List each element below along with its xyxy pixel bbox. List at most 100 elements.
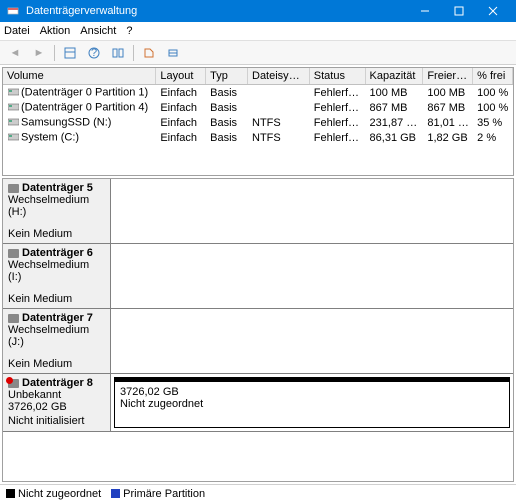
cell-fs: NTFS bbox=[248, 132, 310, 144]
legend: Nicht zugeordnet Primäre Partition bbox=[0, 484, 516, 502]
disk-row[interactable]: Datenträger 7Wechselmedium (J:)Kein Medi… bbox=[3, 309, 513, 374]
legend-unallocated: Nicht zugeordnet bbox=[6, 488, 101, 500]
disk-status: Kein Medium bbox=[8, 228, 105, 240]
volume-row[interactable]: SamsungSSD (N:)EinfachBasisNTFSFehlerfre… bbox=[3, 115, 513, 130]
disk-volume-area: 3726,02 GBNicht zugeordnet bbox=[111, 374, 513, 431]
disk-status: Nicht initialisiert bbox=[8, 415, 105, 427]
minimize-button[interactable] bbox=[408, 0, 442, 22]
vol-state: Nicht zugeordnet bbox=[120, 398, 504, 410]
svg-text:?: ? bbox=[91, 47, 97, 59]
disk-volume-area bbox=[111, 179, 513, 243]
window-title: Datenträgerverwaltung bbox=[26, 5, 408, 17]
cell-cap: 231,87 GB bbox=[366, 117, 424, 129]
col-free[interactable]: Freier S... bbox=[423, 68, 473, 84]
swatch-blue bbox=[111, 489, 120, 498]
unallocated-stripe bbox=[115, 378, 509, 382]
swatch-black bbox=[6, 489, 15, 498]
disk-graphic-pane[interactable]: Datenträger 5Wechselmedium (H:) Kein Medi… bbox=[2, 178, 514, 482]
cell-type: Basis bbox=[206, 132, 248, 144]
disk-media: Unbekannt bbox=[8, 389, 105, 401]
disk-title: Datenträger 5 bbox=[22, 182, 93, 194]
col-fs[interactable]: Dateisystem bbox=[248, 68, 310, 84]
toolbar: ◄ ► ? bbox=[0, 41, 516, 65]
col-volume[interactable]: Volume bbox=[3, 68, 156, 84]
disk-row[interactable]: Datenträger 6Wechselmedium (I:)Kein Medi… bbox=[3, 244, 513, 309]
cell-layout: Einfach bbox=[156, 87, 206, 99]
toolbar-btn-1[interactable] bbox=[59, 43, 81, 63]
disk-row[interactable]: Datenträger 5Wechselmedium (H:) Kein Medi… bbox=[3, 179, 513, 244]
toolbar-btn-3[interactable] bbox=[107, 43, 129, 63]
cell-layout: Einfach bbox=[156, 132, 206, 144]
help-icon[interactable]: ? bbox=[83, 43, 105, 63]
disk-title: Datenträger 8 bbox=[22, 377, 93, 389]
cell-pct: 100 % bbox=[473, 87, 513, 99]
disk-row[interactable]: Datenträger 8Unbekannt3726,02 GB Nicht in… bbox=[3, 374, 513, 432]
disk-icon bbox=[8, 249, 19, 258]
toolbar-divider bbox=[54, 45, 55, 61]
cell-type: Basis bbox=[206, 102, 248, 114]
legend-primary: Primäre Partition bbox=[111, 488, 205, 500]
disk-size: 3726,02 GB bbox=[8, 401, 105, 413]
drive-icon bbox=[7, 101, 19, 111]
cell-status: Fehlerfrei ... bbox=[310, 117, 366, 129]
volume-name: (Datenträger 0 Partition 1) bbox=[21, 87, 148, 99]
volume-name: System (C:) bbox=[21, 132, 79, 144]
disk-icon bbox=[8, 379, 19, 388]
disk-volume-area bbox=[111, 309, 513, 373]
drive-icon bbox=[7, 86, 19, 96]
close-button[interactable] bbox=[476, 0, 510, 22]
menu-ansicht[interactable]: Ansicht bbox=[80, 25, 116, 37]
cell-type: Basis bbox=[206, 87, 248, 99]
cell-status: Fehlerfrei ... bbox=[310, 102, 366, 114]
col-layout[interactable]: Layout bbox=[156, 68, 206, 84]
volume-row[interactable]: System (C:)EinfachBasisNTFSFehlerfrei ..… bbox=[3, 130, 513, 145]
cell-layout: Einfach bbox=[156, 102, 206, 114]
forward-button[interactable]: ► bbox=[28, 43, 50, 63]
cell-status: Fehlerfrei ... bbox=[310, 87, 366, 99]
volume-table-body[interactable]: (Datenträger 0 Partition 1)EinfachBasisF… bbox=[3, 85, 513, 175]
disk-media: Wechselmedium (H:) bbox=[8, 194, 105, 218]
toolbar-divider bbox=[133, 45, 134, 61]
cell-cap: 100 MB bbox=[366, 87, 424, 99]
disk-info-panel: Datenträger 6Wechselmedium (I:)Kein Medi… bbox=[3, 244, 111, 308]
cell-pct: 2 % bbox=[473, 132, 513, 144]
cell-cap: 86,31 GB bbox=[366, 132, 424, 144]
titlebar: Datenträgerverwaltung bbox=[0, 0, 516, 22]
col-type[interactable]: Typ bbox=[206, 68, 248, 84]
back-button[interactable]: ◄ bbox=[4, 43, 26, 63]
cell-pct: 35 % bbox=[473, 117, 513, 129]
volume-name: SamsungSSD (N:) bbox=[21, 117, 111, 129]
toolbar-btn-5[interactable] bbox=[162, 43, 184, 63]
col-capacity[interactable]: Kapazität bbox=[366, 68, 424, 84]
menu-aktion[interactable]: Aktion bbox=[40, 25, 71, 37]
maximize-button[interactable] bbox=[442, 0, 476, 22]
disk-info-panel: Datenträger 5Wechselmedium (H:) Kein Medi… bbox=[3, 179, 111, 243]
toolbar-btn-4[interactable] bbox=[138, 43, 160, 63]
disk-icon bbox=[8, 184, 19, 193]
volume-box[interactable]: 3726,02 GBNicht zugeordnet bbox=[114, 377, 510, 428]
col-status[interactable]: Status bbox=[310, 68, 366, 84]
disk-title: Datenträger 7 bbox=[22, 312, 93, 324]
volume-row[interactable]: (Datenträger 0 Partition 4)EinfachBasisF… bbox=[3, 100, 513, 115]
disk-info-panel: Datenträger 7Wechselmedium (J:)Kein Medi… bbox=[3, 309, 111, 373]
cell-free: 100 MB bbox=[423, 87, 473, 99]
cell-free: 1,82 GB bbox=[423, 132, 473, 144]
cell-free: 867 MB bbox=[423, 102, 473, 114]
cell-pct: 100 % bbox=[473, 102, 513, 114]
menu-help[interactable]: ? bbox=[126, 25, 132, 37]
disk-title: Datenträger 6 bbox=[22, 247, 93, 259]
drive-icon bbox=[7, 116, 19, 126]
cell-layout: Einfach bbox=[156, 117, 206, 129]
disk-icon bbox=[8, 314, 19, 323]
disk-status: Kein Medium bbox=[8, 358, 105, 370]
volume-row[interactable]: (Datenträger 0 Partition 1) EinfachBasis F… bbox=[3, 85, 513, 100]
volume-table-header: Volume Layout Typ Dateisystem Status Kap… bbox=[3, 68, 513, 85]
disk-media: Wechselmedium (I:) bbox=[8, 259, 105, 283]
drive-icon bbox=[7, 131, 19, 141]
menubar: Datei Aktion Ansicht ? bbox=[0, 22, 516, 41]
cell-cap: 867 MB bbox=[366, 102, 424, 114]
cell-free: 81,01 GB bbox=[423, 117, 473, 129]
menu-datei[interactable]: Datei bbox=[4, 25, 30, 37]
cell-type: Basis bbox=[206, 117, 248, 129]
col-pct[interactable]: % frei bbox=[473, 68, 513, 84]
